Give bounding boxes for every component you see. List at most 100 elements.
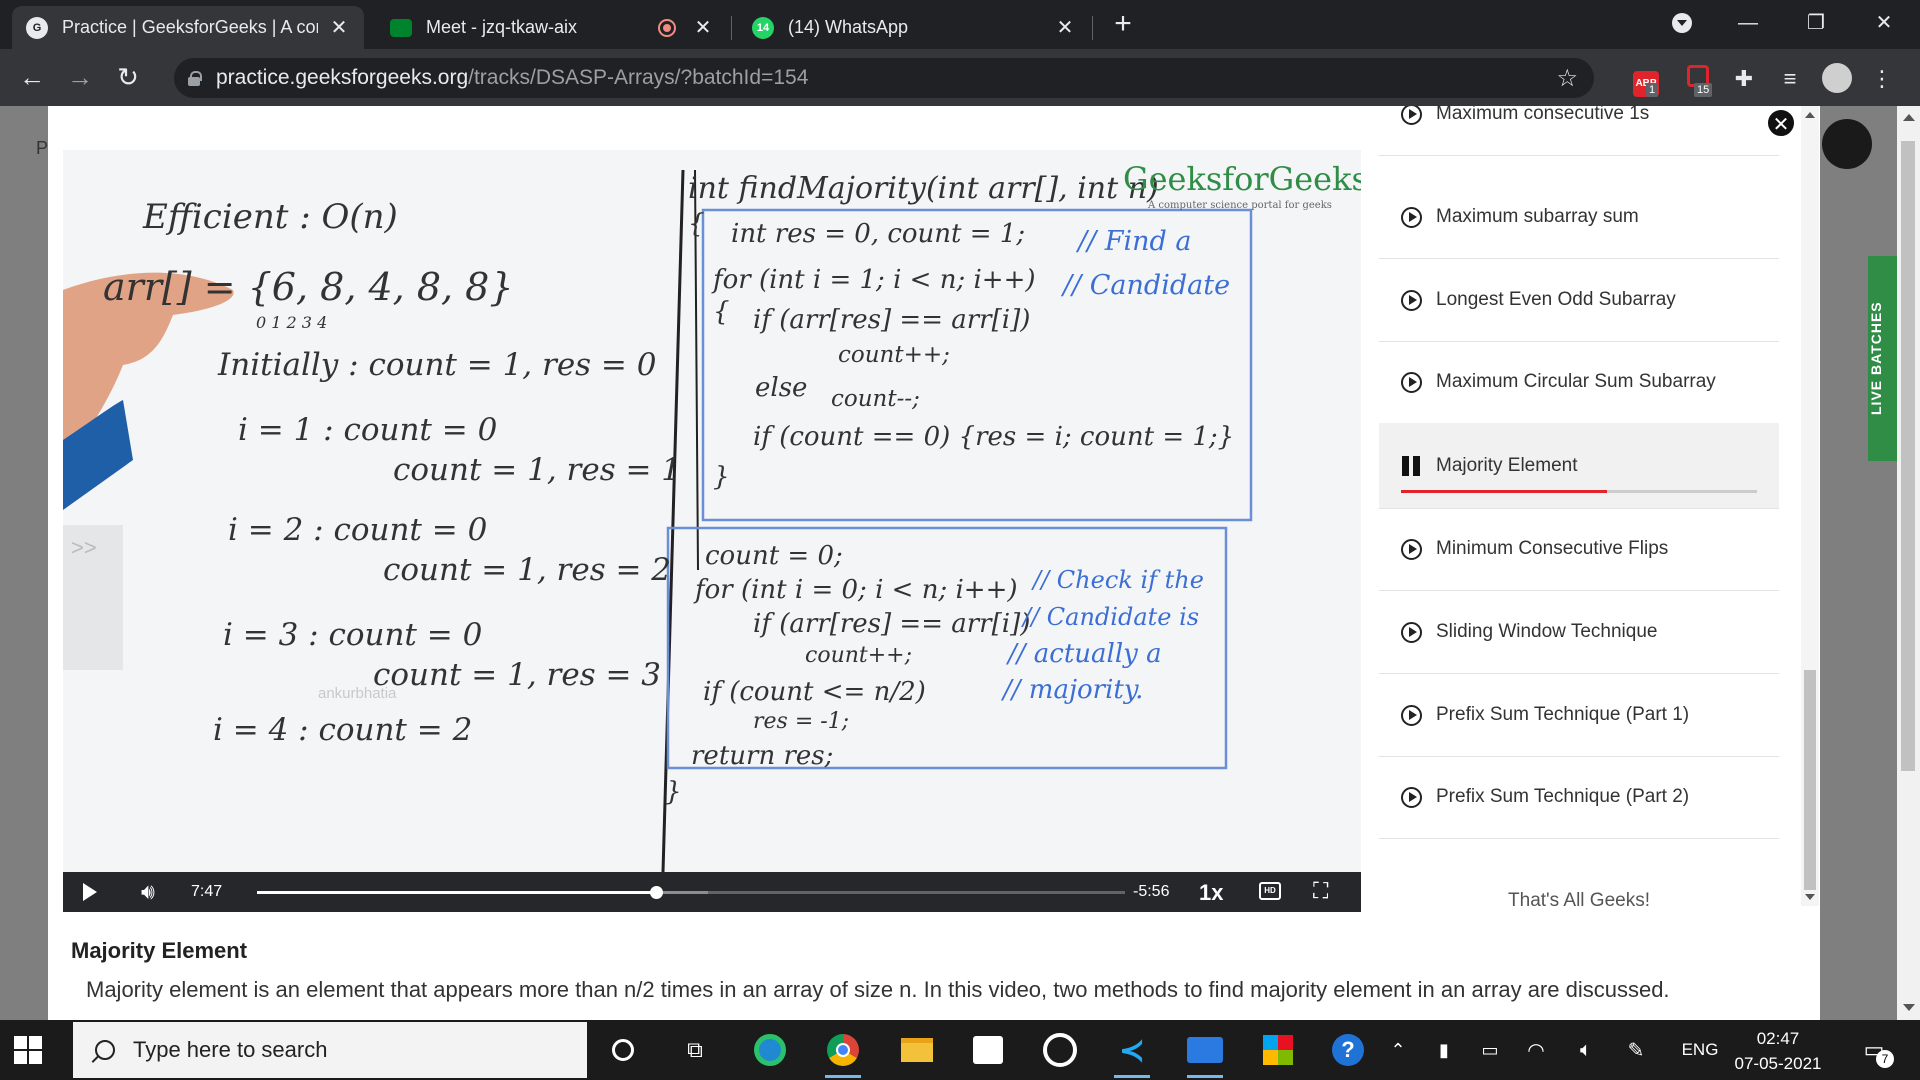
video-player[interactable]: Efficient : O(n) arr[] = {6, 8, 4, 8, 8}… <box>63 150 1361 912</box>
seek-bar[interactable] <box>257 886 1125 899</box>
close-tab-icon[interactable]: ✕ <box>328 15 350 40</box>
cortana-icon[interactable] <box>603 1032 643 1068</box>
live-batches-tab[interactable]: LIVE BATCHES <box>1868 256 1898 461</box>
tab-separator <box>731 16 732 40</box>
scroll-down-icon[interactable] <box>1903 1004 1915 1011</box>
tab-geeksforgeeks[interactable]: G Practice | GeeksforGeeks | A comp ✕ <box>12 6 364 49</box>
play-circle-icon <box>1401 704 1422 726</box>
playlist-item-label: Minimum Consecutive Flips <box>1436 538 1669 559</box>
tab-whatsapp[interactable]: 14 (14) WhatsApp ✕ <box>738 6 1090 49</box>
notifications-icon[interactable]: ▭ 7 <box>1854 1032 1894 1068</box>
profile-avatar[interactable] <box>1822 63 1852 93</box>
close-modal-button[interactable]: ✕ <box>1766 108 1796 138</box>
tab-title: Practice | GeeksforGeeks | A comp <box>62 17 318 37</box>
chrome-menu-icon[interactable]: ⋮ <box>1868 65 1896 93</box>
bookmark-star-icon[interactable]: ☆ <box>1556 64 1578 93</box>
new-tab-button[interactable]: + <box>1108 9 1138 40</box>
board-text-i4: i = 4 : count = 2 <box>213 712 472 748</box>
play-icon[interactable] <box>83 883 97 901</box>
board-text-i3-result: count = 1, res = 3 <box>373 657 661 693</box>
scroll-up-icon[interactable] <box>1805 112 1815 118</box>
task-view-icon[interactable]: ⧉ <box>675 1032 715 1068</box>
speaker-icon[interactable]: 🔈︎ <box>1566 1032 1606 1068</box>
play-circle-icon <box>1401 106 1422 125</box>
scroll-down-icon[interactable] <box>1805 894 1815 900</box>
playlist-item[interactable]: Maximum subarray sum <box>1379 176 1779 259</box>
tab-meet[interactable]: Meet - jzq-tkaw-aix ✕ <box>376 6 728 49</box>
extension-icon[interactable]: 15 <box>1684 65 1713 97</box>
url-host: practice.geeksforgeeks.org <box>216 66 469 89</box>
recording-icon <box>658 18 676 37</box>
adblock-extension-icon[interactable]: ABP 1 <box>1632 65 1660 97</box>
media-control-icon[interactable]: ≡ <box>1776 65 1804 93</box>
playlist-item[interactable]: Prefix Sum Technique (Part 1) <box>1379 674 1779 757</box>
seek-handle[interactable] <box>650 886 664 899</box>
playback-speed-button[interactable]: 1x <box>1199 880 1223 906</box>
scroll-up-icon[interactable] <box>1903 114 1915 121</box>
playlist-item[interactable]: Sliding Window Technique <box>1379 591 1779 674</box>
tab-search-icon[interactable] <box>1662 8 1702 38</box>
board-text-i2-result: count = 1, res = 2 <box>383 552 671 588</box>
close-tab-icon[interactable]: ✕ <box>692 15 714 40</box>
back-button[interactable]: ← <box>16 61 48 93</box>
edge-icon[interactable] <box>750 1032 790 1068</box>
playlist-scroll-thumb[interactable] <box>1804 670 1816 890</box>
pause-icon <box>1401 455 1422 476</box>
minimize-icon[interactable]: — <box>1728 8 1768 38</box>
playlist-item[interactable]: Maximum consecutive 1s <box>1379 106 1779 156</box>
system-clock[interactable]: 02:47 07-05-2021 <box>1723 1026 1833 1076</box>
reload-button[interactable]: ↻ <box>112 61 144 93</box>
extensions-puzzle-icon[interactable]: ✚ <box>1730 65 1758 93</box>
play-circle-icon <box>1401 206 1422 228</box>
page-scrollbar[interactable] <box>1897 106 1920 1020</box>
playlist-item-label: Maximum consecutive 1s <box>1436 106 1650 124</box>
hd-quality-icon[interactable]: HD <box>1259 882 1281 900</box>
note-find-a: // Find a <box>1075 226 1192 257</box>
user-avatar[interactable] <box>1822 119 1872 169</box>
battery-icon[interactable]: ▭ <box>1470 1032 1510 1068</box>
store-icon[interactable] <box>968 1032 1008 1068</box>
search-icon <box>91 1040 115 1063</box>
taskbar-search-box[interactable]: Type here to search <box>73 1022 587 1078</box>
tray-chevron-icon[interactable]: ⌃ <box>1378 1032 1418 1068</box>
playlist-item[interactable]: Minimum Consecutive Flips <box>1379 508 1779 591</box>
chrome-icon[interactable] <box>823 1032 863 1078</box>
file-explorer-icon[interactable] <box>897 1032 937 1068</box>
playlist-item-progress-fill <box>1401 490 1608 493</box>
playlist: Maximum consecutive 1s Maximum subarray s… <box>1379 106 1779 1020</box>
volume-icon[interactable]: 🔊︎ <box>141 879 155 905</box>
skip-forward-overlay[interactable]: >> <box>63 525 123 670</box>
page-scroll-thumb[interactable] <box>1901 141 1915 771</box>
playlist-item[interactable]: Majority Element <box>1379 423 1779 509</box>
forward-button[interactable]: → <box>64 61 96 93</box>
playlist-item[interactable]: Maximum Circular Sum Subarray <box>1379 341 1779 424</box>
language-indicator[interactable]: ENG <box>1676 1032 1724 1068</box>
fullscreen-icon[interactable]: ⛶ <box>1313 878 1328 904</box>
address-bar[interactable]: practice.geeksforgeeks.org/tracks/DSASP-… <box>174 58 1594 98</box>
windows-start-icon[interactable] <box>14 1036 42 1064</box>
play-circle-icon <box>1401 621 1422 643</box>
tab-separator <box>1092 16 1093 40</box>
close-window-icon[interactable]: ✕ <box>1864 8 1904 38</box>
gfg-logo-text: GeeksforGeeks <box>1123 160 1361 198</box>
app-icon[interactable] <box>1040 1032 1080 1068</box>
microphone-icon[interactable]: ▮ <box>1424 1032 1464 1068</box>
help-icon[interactable]: ? <box>1328 1032 1368 1068</box>
video-watermark: ankurbhatia <box>318 685 397 702</box>
playlist-end-text: That's All Geeks! <box>1508 890 1650 911</box>
restore-icon[interactable]: ❐ <box>1796 8 1836 38</box>
playlist-scrollbar[interactable] <box>1801 106 1819 906</box>
whiteboard-app-icon[interactable] <box>1185 1032 1225 1078</box>
tab-title: (14) WhatsApp <box>788 17 909 37</box>
playlist-item[interactable]: Longest Even Odd Subarray <box>1379 259 1779 342</box>
code-line: int res = 0, count = 1; <box>731 219 1025 249</box>
vscode-icon[interactable]: ≺ <box>1112 1032 1152 1078</box>
pen-icon[interactable]: ✎ <box>1616 1032 1656 1068</box>
description-title: Majority Element <box>71 938 248 963</box>
wifi-icon[interactable]: ◠ <box>1516 1032 1556 1068</box>
color-app-icon[interactable] <box>1258 1032 1298 1068</box>
playlist-item[interactable]: Prefix Sum Technique (Part 2) <box>1379 756 1779 839</box>
close-tab-icon[interactable]: ✕ <box>1054 15 1076 40</box>
note-actually: // actually a <box>1005 639 1162 669</box>
played-bar <box>257 891 657 894</box>
